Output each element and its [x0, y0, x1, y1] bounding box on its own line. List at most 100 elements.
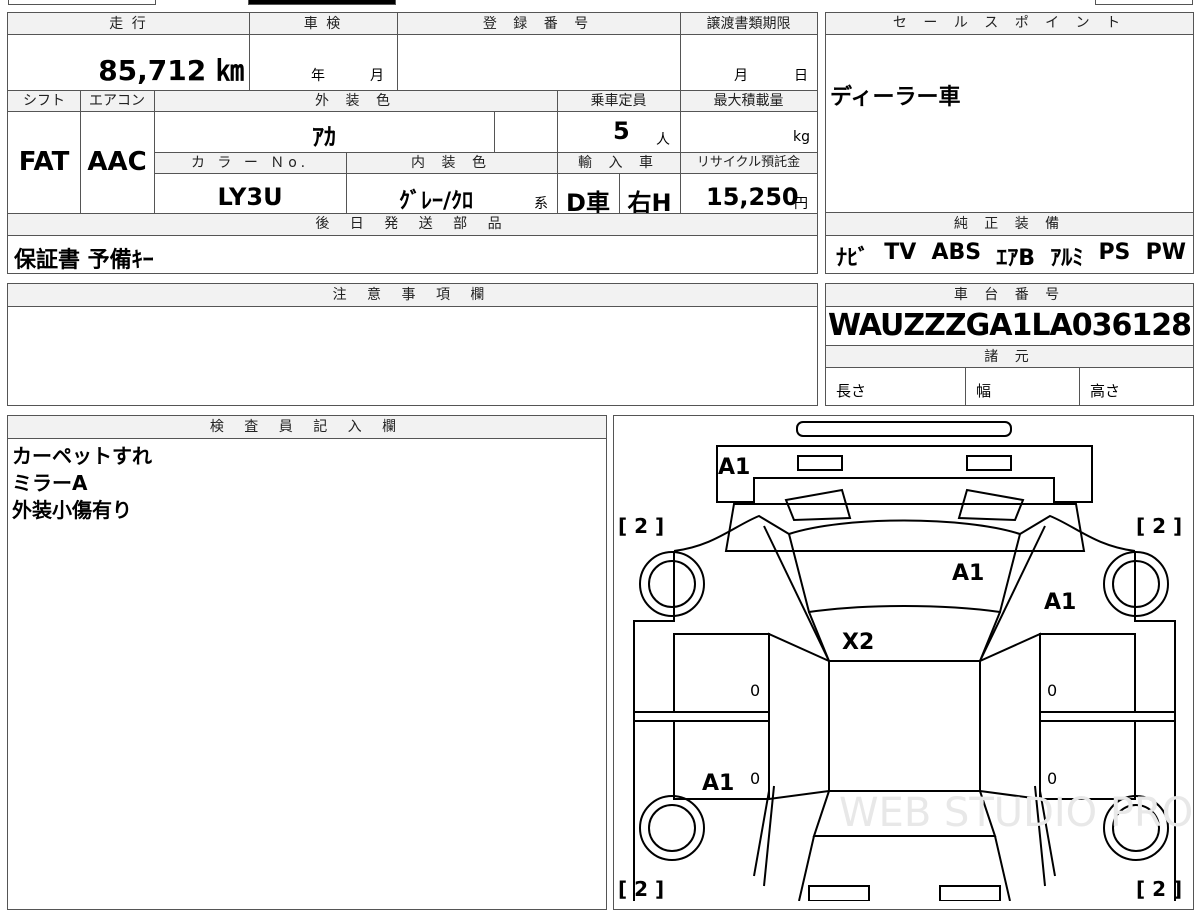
grid-line	[494, 112, 495, 152]
front-bumper-top-bar	[796, 421, 1012, 437]
recycle-deposit-value: 15,250	[706, 183, 799, 211]
capacity-value: 5	[613, 117, 630, 145]
equipment-item: PS	[1098, 240, 1131, 265]
inspector-label: 検 査 員 記 入 欄	[8, 416, 606, 439]
front-door-left	[673, 633, 770, 713]
transfer-deadline-label: 譲渡書類期限	[706, 16, 791, 32]
spec-label: 諸 元	[826, 345, 1193, 368]
damage-mark: A1	[718, 455, 750, 480]
notes-label: 注 意 事 項 欄	[8, 284, 817, 307]
a-pillar-right	[979, 525, 1046, 662]
inspector-note: カーペットすれ	[12, 444, 152, 468]
damage-mark: A1	[1044, 590, 1076, 615]
tire-tread-front-left: [ 2 ]	[618, 514, 664, 538]
body-right	[1134, 551, 1176, 901]
top-strip-left	[8, 0, 156, 5]
cowl	[808, 611, 1001, 662]
a-pillar-left	[763, 525, 830, 662]
equipment-item: ｱﾙﾐ	[1050, 246, 1084, 271]
top-strip-mid	[248, 0, 396, 5]
recycle-deposit-label: リサイクル預託金	[696, 155, 801, 170]
capacity-label: 乗車定員	[590, 93, 647, 109]
shaken-year-unit: 年	[311, 68, 325, 84]
width-label: 幅	[976, 382, 992, 400]
grid-line	[249, 13, 250, 90]
grid-line	[965, 368, 966, 406]
recycle-deposit-unit: 円	[794, 196, 808, 212]
rear-bumper-right	[939, 885, 1001, 901]
damage-diagram-panel: WEB STUDIO PRO A1 A1 A1 X2 A1 [ 2 ] [ 2 …	[613, 415, 1194, 910]
vehicle-info-panel: 走 行 車 検 登 録 番 号 譲渡書類期限 85,712 ㎞ 年 月 月 日 …	[7, 12, 818, 274]
grid-line	[619, 174, 620, 213]
shift-value: FAT	[18, 147, 70, 177]
equipment-list: ﾅﾋﾞ TV ABS ｴｱB ｱﾙﾐ PS PW	[836, 240, 1186, 272]
inspector-panel: 検 査 員 記 入 欄 カーペットすれ ミラーA 外装小傷有り	[7, 415, 607, 910]
max-load-unit: kg	[793, 129, 810, 145]
exterior-color-value: ｱｶ	[312, 123, 336, 151]
door-window-right	[979, 632, 1041, 801]
exterior-color-label: 外 装 色	[315, 93, 396, 109]
roof	[828, 660, 981, 792]
aircon-label: エアコン	[89, 93, 145, 109]
later-parts-value: 保証書 予備ｷｰ	[14, 248, 154, 273]
shaken-month-unit: 月	[370, 68, 384, 84]
equipment-label: 純 正 装 備	[826, 213, 1193, 236]
body-left	[633, 551, 675, 901]
equipment-item: PW	[1145, 240, 1186, 265]
sales-point-label: セ ー ル ス ポ イ ン ト	[826, 13, 1193, 35]
equipment-item: ﾅﾋﾞ	[836, 246, 870, 271]
shift-label: シフト	[23, 93, 65, 109]
damage-mark: A1	[952, 561, 984, 586]
grid-line	[680, 13, 681, 213]
height-label: 高さ	[1090, 382, 1121, 400]
front-left-wheel	[648, 560, 696, 608]
rear-fender-left	[753, 785, 775, 887]
sales-point-value: ディーラー車	[830, 85, 961, 110]
watermark: WEB STUDIO PRO	[839, 790, 1193, 836]
zero-mark: 0	[1047, 681, 1057, 700]
notes-panel: 注 意 事 項 欄	[7, 283, 818, 406]
equipment-item: ｴｱB	[996, 246, 1036, 271]
mileage-value: 85,712 ㎞	[98, 54, 244, 87]
door-window-left	[768, 632, 830, 801]
interior-color-label: 内 装 色	[411, 155, 492, 171]
chassis-label: 車 台 番 号	[826, 284, 1193, 307]
aircon-value: AAC	[87, 147, 147, 177]
grid-line	[397, 13, 398, 90]
later-parts-label: 後 日 発 送 部 品	[315, 216, 510, 232]
rear-bumper-left	[808, 885, 870, 901]
front-door-right	[1039, 633, 1136, 713]
car-diagram: WEB STUDIO PRO A1 A1 A1 X2 A1 [ 2 ] [ 2 …	[618, 421, 1193, 901]
sales-point-panel: セ ー ル ス ポ イ ン ト ディーラー車	[825, 12, 1194, 213]
damage-mark: A1	[702, 771, 734, 796]
top-strip-right	[1095, 0, 1193, 5]
equipment-item: TV	[884, 240, 917, 265]
damage-mark: X2	[842, 630, 874, 655]
equipment-panel: 純 正 装 備 ﾅﾋﾞ TV ABS ｴｱB ｱﾙﾐ PS PW	[825, 212, 1194, 274]
shaken-label: 車 検	[303, 16, 343, 32]
interior-color-value: ｸﾞﾚｰ/ｸﾛ	[398, 189, 474, 214]
registration-label: 登 録 番 号	[482, 16, 595, 32]
tire-tread-front-right: [ 2 ]	[1136, 514, 1182, 538]
equipment-item: ABS	[931, 240, 982, 265]
mileage-label: 走 行	[109, 16, 148, 32]
chassis-panel: 車 台 番 号 WAUZZZGA1LA036128 諸 元 長さ 幅 高さ	[825, 283, 1194, 406]
zero-mark: 0	[750, 769, 760, 788]
tire-tread-rear-left: [ 2 ]	[618, 877, 664, 901]
interior-color-unit: 系	[534, 196, 548, 212]
trunk	[798, 835, 1011, 901]
length-label: 長さ	[836, 382, 867, 400]
transfer-day-unit: 日	[794, 68, 808, 84]
inspector-note: 外装小傷有り	[12, 498, 132, 522]
rear-left-wheel	[648, 804, 696, 852]
color-no-label: カ ラ ー Ｎo.	[190, 155, 310, 171]
grid-line	[557, 90, 558, 213]
tire-tread-rear-right: [ 2 ]	[1136, 877, 1182, 901]
transfer-month-unit: 月	[734, 68, 748, 84]
fog-lamp-left	[797, 455, 843, 471]
sill-left	[634, 711, 769, 722]
max-load-label: 最大積載量	[713, 93, 784, 109]
fog-lamp-right	[966, 455, 1012, 471]
grid-line	[154, 90, 155, 213]
zero-mark: 0	[750, 681, 760, 700]
